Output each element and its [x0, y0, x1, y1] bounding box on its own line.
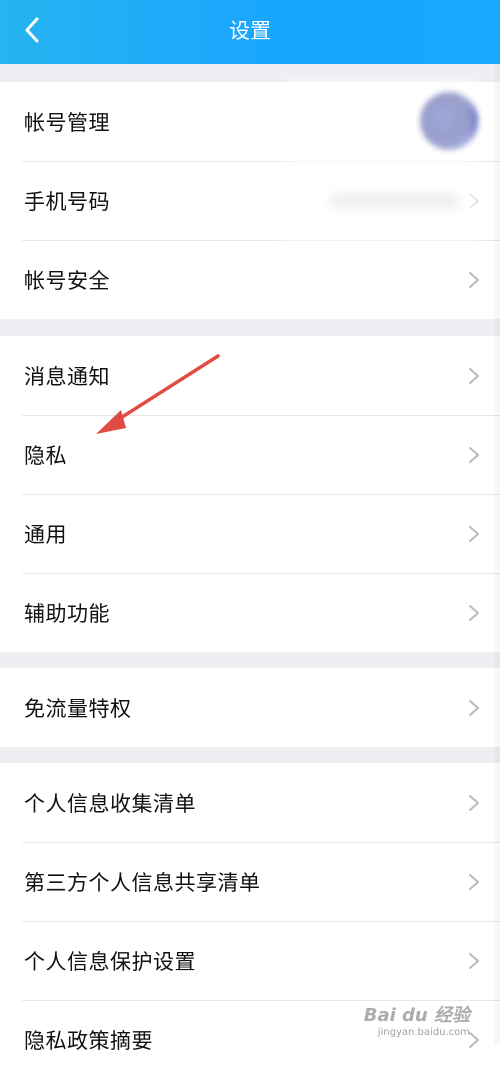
chevron-right-icon	[469, 873, 479, 890]
chevron-right-icon	[469, 271, 479, 288]
chevron-right-icon	[469, 604, 479, 621]
chevron-right-icon	[469, 952, 479, 969]
scrollbar[interactable]	[494, 64, 500, 1044]
third-party-sharing-label: 第三方个人信息共享清单	[24, 870, 261, 895]
personal-info-collection-label: 个人信息收集清单	[24, 791, 196, 816]
account-management-label: 帐号管理	[24, 110, 110, 135]
chevron-right-icon	[469, 699, 479, 716]
watermark-url: jingyan.baidu.com	[377, 1027, 470, 1038]
page-title: 设置	[229, 19, 271, 43]
general-settings-group: 消息通知 隐私 通用 辅助功能	[0, 336, 500, 652]
avatar	[420, 92, 478, 150]
account-group: 帐号管理 手机号码 帐号安全	[0, 82, 500, 319]
title-bar: 设置	[0, 0, 500, 64]
free-data-privilege-label: 免流量特权	[24, 696, 132, 721]
third-party-sharing-row[interactable]: 第三方个人信息共享清单	[0, 842, 500, 921]
personal-info-protection-label: 个人信息保护设置	[24, 949, 196, 974]
personal-info-protection-row[interactable]: 个人信息保护设置	[0, 921, 500, 1000]
accessibility-label: 辅助功能	[24, 601, 110, 626]
account-security-row[interactable]: 帐号安全	[0, 240, 500, 319]
personal-info-collection-row[interactable]: 个人信息收集清单	[0, 763, 500, 842]
free-data-privilege-row[interactable]: 免流量特权	[0, 668, 500, 747]
general-row[interactable]: 通用	[0, 494, 500, 573]
chevron-right-icon	[469, 192, 479, 209]
privacy-label: 隐私	[24, 443, 67, 468]
chevron-right-icon	[469, 525, 479, 542]
general-label: 通用	[24, 522, 67, 547]
account-management-row[interactable]: 帐号管理	[0, 82, 500, 161]
watermark: Bai du 经验 jingyan.baidu.com	[364, 1001, 470, 1038]
message-notification-row[interactable]: 消息通知	[0, 336, 500, 415]
phone-number-value-blurred	[330, 193, 460, 208]
chevron-right-icon	[469, 446, 479, 463]
message-notification-label: 消息通知	[24, 364, 110, 389]
accessibility-row[interactable]: 辅助功能	[0, 573, 500, 652]
phone-number-row[interactable]: 手机号码	[0, 161, 500, 240]
phone-number-label: 手机号码	[24, 189, 110, 214]
account-security-label: 帐号安全	[24, 268, 110, 293]
free-data-group: 免流量特权	[0, 668, 500, 747]
privacy-policy-summary-label: 隐私政策摘要	[24, 1028, 153, 1053]
privacy-row[interactable]: 隐私	[0, 415, 500, 494]
chevron-right-icon	[469, 794, 479, 811]
chevron-right-icon	[469, 367, 479, 384]
watermark-logo-text: Bai du 经验	[363, 1005, 470, 1026]
